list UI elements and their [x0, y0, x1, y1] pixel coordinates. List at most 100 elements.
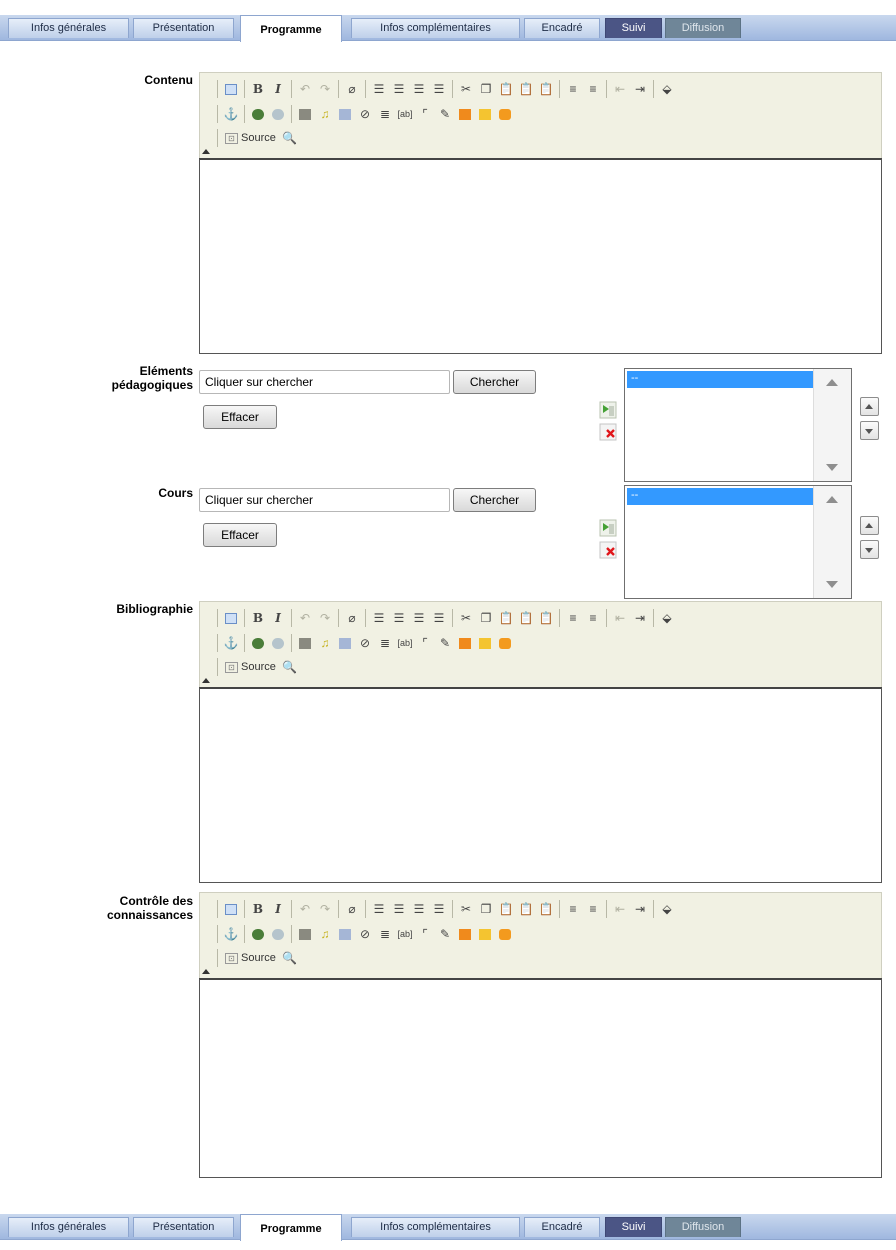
indent-icon[interactable]: ⇥ [630, 79, 650, 99]
cut-icon[interactable]: ✂ [456, 608, 476, 628]
elements-listbox[interactable]: -- [624, 368, 852, 482]
list-cleanup-icon[interactable]: ≣ [375, 924, 395, 944]
ordered-list-icon[interactable]: ≡ [563, 79, 583, 99]
paste-word-icon[interactable]: 📋 [536, 79, 556, 99]
anchor-icon[interactable]: ⚓ [221, 633, 241, 653]
italic-icon[interactable]: I [268, 899, 288, 919]
copy-icon[interactable]: ❐ [476, 899, 496, 919]
align-center-icon[interactable]: ☰ [389, 79, 409, 99]
unlink-icon[interactable] [268, 924, 288, 944]
link-icon[interactable] [248, 633, 268, 653]
collapse-toolbar-icon[interactable] [202, 149, 210, 154]
listbox-scrollbar[interactable] [813, 486, 851, 598]
move-up-button[interactable] [860, 516, 879, 535]
unlink-icon[interactable] [268, 104, 288, 124]
list-option[interactable]: -- [627, 371, 813, 388]
cut-icon[interactable]: ✂ [456, 79, 476, 99]
align-left-icon[interactable]: ☰ [369, 608, 389, 628]
editor-text-area[interactable] [199, 687, 882, 883]
paste-icon[interactable]: 📋 [496, 79, 516, 99]
drawing-icon[interactable]: ✎ [435, 104, 455, 124]
drawing-icon[interactable]: ✎ [435, 924, 455, 944]
box-icon[interactable]: ⬙ [657, 79, 677, 99]
special-char-icon[interactable]: ⊘ [355, 633, 375, 653]
tab-infos-complementaires[interactable]: Infos complémentaires [351, 1217, 520, 1237]
flash-icon[interactable]: ♫ [315, 104, 335, 124]
elements-search-input[interactable] [199, 370, 450, 394]
checkbox-icon[interactable]: ⌜ [415, 633, 435, 653]
source-button[interactable]: ⊡ Source [221, 952, 280, 964]
paste-text-icon[interactable]: 📋 [516, 608, 536, 628]
scroll-up-icon[interactable] [826, 496, 838, 503]
scroll-up-icon[interactable] [826, 379, 838, 386]
drawing-icon[interactable]: ✎ [435, 633, 455, 653]
tab-infos-generales[interactable]: Infos générales [8, 1217, 129, 1237]
checkbox-icon[interactable]: ⌜ [415, 104, 435, 124]
tab-encadre[interactable]: Encadré [524, 18, 600, 38]
paste-text-icon[interactable]: 📋 [516, 899, 536, 919]
box-icon[interactable]: ⬙ [657, 608, 677, 628]
flash-icon[interactable]: ♫ [315, 924, 335, 944]
folder-icon[interactable] [475, 633, 495, 653]
undo-icon[interactable]: ↶ [295, 608, 315, 628]
video-icon[interactable] [335, 633, 355, 653]
move-up-button[interactable] [860, 397, 879, 416]
remove-item-icon[interactable] [598, 422, 618, 442]
unordered-list-icon[interactable]: ≡ [583, 79, 603, 99]
cours-listbox[interactable]: -- [624, 485, 852, 599]
move-down-button[interactable] [860, 540, 879, 559]
tab-programme[interactable]: Programme [240, 15, 342, 42]
list-cleanup-icon[interactable]: ≣ [375, 633, 395, 653]
anchor-icon[interactable]: ⚓ [221, 924, 241, 944]
eraser-icon[interactable]: ⌀ [342, 79, 362, 99]
scroll-down-icon[interactable] [826, 464, 838, 471]
align-right-icon[interactable]: ☰ [409, 899, 429, 919]
redo-icon[interactable]: ↷ [315, 79, 335, 99]
unordered-list-icon[interactable]: ≡ [583, 608, 603, 628]
textfield-icon[interactable]: [ab] [395, 924, 415, 944]
folder-icon[interactable] [475, 104, 495, 124]
preview-icon[interactable]: 🔍 [280, 948, 300, 968]
align-center-icon[interactable]: ☰ [389, 608, 409, 628]
paste-icon[interactable]: 📋 [496, 899, 516, 919]
tab-infos-generales[interactable]: Infos générales [8, 18, 129, 38]
copy-icon[interactable]: ❐ [476, 608, 496, 628]
link-icon[interactable] [248, 104, 268, 124]
widget-icon[interactable] [495, 104, 515, 124]
unordered-list-icon[interactable]: ≡ [583, 899, 603, 919]
template-icon[interactable] [221, 899, 241, 919]
special-char-icon[interactable]: ⊘ [355, 924, 375, 944]
folder-icon[interactable] [475, 924, 495, 944]
outdent-icon[interactable]: ⇤ [610, 79, 630, 99]
template-icon[interactable] [221, 608, 241, 628]
cut-icon[interactable]: ✂ [456, 899, 476, 919]
copy-icon[interactable]: ❐ [476, 79, 496, 99]
textfield-icon[interactable]: [ab] [395, 104, 415, 124]
cours-search-input[interactable] [199, 488, 450, 512]
move-down-button[interactable] [860, 421, 879, 440]
rss-icon[interactable] [455, 104, 475, 124]
template-icon[interactable] [221, 79, 241, 99]
video-icon[interactable] [335, 104, 355, 124]
eraser-icon[interactable]: ⌀ [342, 608, 362, 628]
image-icon[interactable] [295, 104, 315, 124]
tab-diffusion[interactable]: Diffusion [665, 18, 741, 38]
elements-clear-button[interactable]: Effacer [203, 405, 277, 429]
preview-icon[interactable]: 🔍 [280, 657, 300, 677]
align-justify-icon[interactable]: ☰ [429, 79, 449, 99]
tab-programme[interactable]: Programme [240, 1214, 342, 1241]
listbox-scrollbar[interactable] [813, 369, 851, 481]
collapse-toolbar-icon[interactable] [202, 969, 210, 974]
paste-text-icon[interactable]: 📋 [516, 79, 536, 99]
link-icon[interactable] [248, 924, 268, 944]
paste-word-icon[interactable]: 📋 [536, 899, 556, 919]
list-option[interactable]: -- [627, 488, 813, 505]
add-item-icon[interactable] [598, 518, 618, 538]
align-justify-icon[interactable]: ☰ [429, 899, 449, 919]
cours-clear-button[interactable]: Effacer [203, 523, 277, 547]
align-right-icon[interactable]: ☰ [409, 608, 429, 628]
collapse-toolbar-icon[interactable] [202, 678, 210, 683]
editor-text-area[interactable] [199, 978, 882, 1178]
outdent-icon[interactable]: ⇤ [610, 899, 630, 919]
tab-suivi[interactable]: Suivi [605, 18, 662, 38]
